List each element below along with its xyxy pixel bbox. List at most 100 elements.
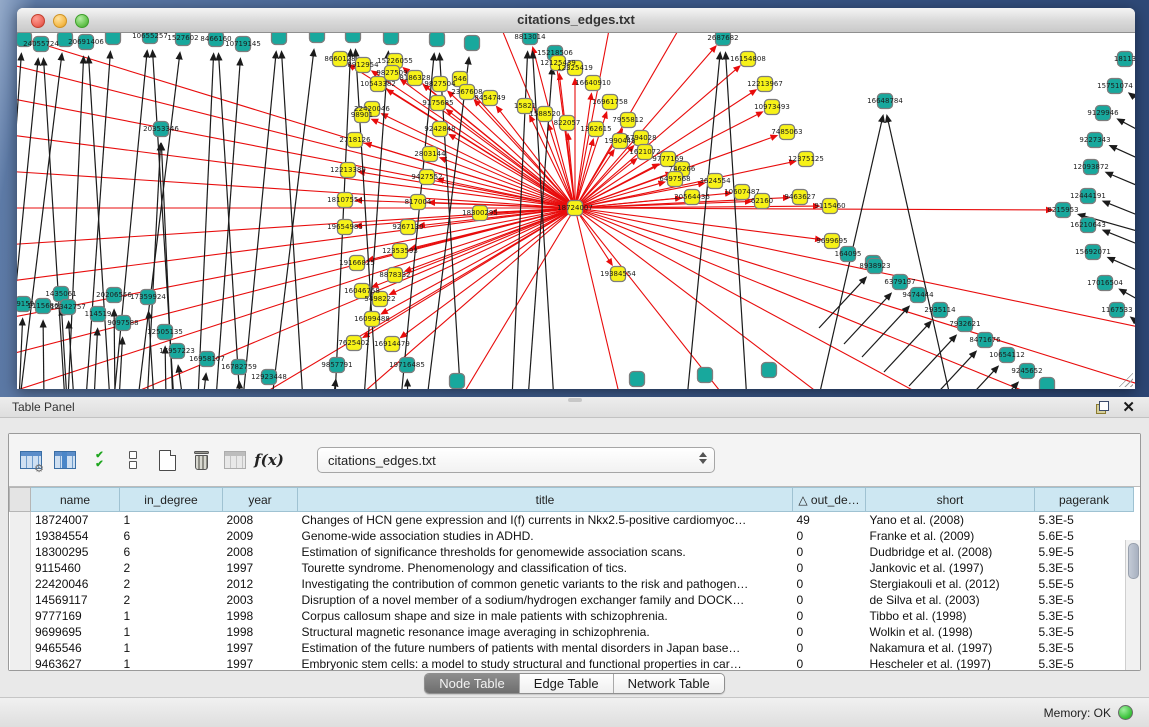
table-cell[interactable]: 14569117 — [31, 592, 120, 608]
table-cell[interactable]: 18724007 — [31, 512, 120, 529]
table-cell[interactable]: Structural magnetic resonance image aver… — [298, 624, 793, 640]
table-cell[interactable]: de Silva et al. (2003) — [866, 592, 1035, 608]
column-header-name[interactable]: name — [31, 488, 120, 512]
table-cell[interactable]: 9777169 — [31, 608, 120, 624]
table-cell[interactable]: 1997 — [223, 656, 298, 670]
table-settings-icon[interactable]: ⚙ — [19, 448, 43, 472]
table-cell[interactable]: 9699695 — [31, 624, 120, 640]
graph-node[interactable] — [430, 33, 445, 47]
table-cell[interactable]: 5.3E-5 — [1035, 656, 1134, 670]
table-cell[interactable]: Genome-wide association studies in ADHD. — [298, 528, 793, 544]
table-cell[interactable]: 49 — [793, 512, 866, 529]
table-cell[interactable]: Jankovic et al. (1997) — [866, 560, 1035, 576]
table-cell[interactable]: 5.9E-5 — [1035, 544, 1134, 560]
table-cell[interactable]: Franke et al. (2009) — [866, 528, 1035, 544]
table-cell[interactable]: 0 — [793, 656, 866, 670]
table-cell[interactable]: Dudbridge et al. (2008) — [866, 544, 1035, 560]
float-panel-icon[interactable] — [1096, 401, 1109, 414]
new-column-icon[interactable] — [155, 448, 179, 472]
graph-node[interactable] — [1040, 378, 1055, 390]
table-row[interactable]: 946554611997Estimation of the future num… — [10, 640, 1134, 656]
table-cell[interactable]: 0 — [793, 576, 866, 592]
table-cell[interactable]: 5.3E-5 — [1035, 640, 1134, 656]
table-cell[interactable]: Disruption of a novel member of a sodium… — [298, 592, 793, 608]
graph-node[interactable] — [346, 33, 361, 43]
table-row[interactable]: 946362711997Embryonic stem cells: a mode… — [10, 656, 1134, 670]
memory-status-indicator[interactable] — [1118, 705, 1133, 720]
graph-node[interactable] — [384, 33, 399, 45]
tab-edge-table[interactable]: Edge Table — [520, 674, 614, 693]
table-row[interactable]: 977716911998Corpus callosum shape and si… — [10, 608, 1134, 624]
table-cell[interactable]: 6 — [120, 544, 223, 560]
graph-node[interactable] — [106, 33, 121, 45]
graph-node[interactable] — [465, 36, 480, 51]
table-cell[interactable]: 1997 — [223, 640, 298, 656]
table-cell[interactable]: 2008 — [223, 512, 298, 529]
table-cell[interactable]: 2 — [120, 592, 223, 608]
table-cell[interactable]: 5.6E-5 — [1035, 528, 1134, 544]
column-header-pagerank[interactable]: pagerank — [1035, 488, 1134, 512]
graph-node[interactable] — [272, 33, 287, 45]
table-cell[interactable]: 0 — [793, 528, 866, 544]
table-cell[interactable]: 0 — [793, 608, 866, 624]
graph-node[interactable] — [450, 374, 465, 389]
table-cell[interactable]: 0 — [793, 560, 866, 576]
table-cell[interactable]: 19384554 — [31, 528, 120, 544]
network-view-window[interactable]: citations_edges.txt 18724007240557242069… — [17, 8, 1135, 389]
table-cell[interactable]: 5.3E-5 — [1035, 592, 1134, 608]
table-row[interactable]: 911546021997Tourette syndrome. Phenomeno… — [10, 560, 1134, 576]
delete-column-icon[interactable] — [189, 448, 213, 472]
column-header-title[interactable]: title — [298, 488, 793, 512]
table-cell[interactable]: Nakamura et al. (1997) — [866, 640, 1035, 656]
table-cell[interactable]: 2 — [120, 576, 223, 592]
column-header-in_degree[interactable]: in_degree — [120, 488, 223, 512]
table-cell[interactable]: 1 — [120, 640, 223, 656]
table-cell[interactable]: 1998 — [223, 624, 298, 640]
graph-node[interactable] — [762, 363, 777, 378]
table-cell[interactable]: Yano et al. (2008) — [866, 512, 1035, 529]
table-cell[interactable]: 5.3E-5 — [1035, 512, 1134, 529]
table-cell[interactable]: 1 — [120, 656, 223, 670]
table-row[interactable]: 1938455462009Genome-wide association stu… — [10, 528, 1134, 544]
table-cell[interactable]: Hescheler et al. (1997) — [866, 656, 1035, 670]
table-cell[interactable]: Wolkin et al. (1998) — [866, 624, 1035, 640]
table-cell[interactable]: 1997 — [223, 560, 298, 576]
table-cell[interactable]: 2012 — [223, 576, 298, 592]
column-header-out_de[interactable]: △ out_de… — [793, 488, 866, 512]
table-cell[interactable]: 9465546 — [31, 640, 120, 656]
panel-divider-grip[interactable] — [568, 398, 582, 402]
table-cell[interactable]: Corpus callosum shape and size in male p… — [298, 608, 793, 624]
table-cell[interactable]: 2008 — [223, 544, 298, 560]
table-cell[interactable]: 1 — [120, 512, 223, 529]
dropdown-spinner-icon[interactable] — [699, 452, 707, 464]
table-cell[interactable]: Changes of HCN gene expression and I(f) … — [298, 512, 793, 529]
close-panel-icon[interactable]: ✕ — [1122, 398, 1135, 416]
graph-node[interactable] — [630, 372, 645, 387]
table-cell[interactable]: Tourette syndrome. Phenomenology and cla… — [298, 560, 793, 576]
table-cell[interactable]: 5.3E-5 — [1035, 560, 1134, 576]
table-cell[interactable]: Investigating the contribution of common… — [298, 576, 793, 592]
table-row[interactable]: 2242004622012Investigating the contribut… — [10, 576, 1134, 592]
tab-node-table[interactable]: Node Table — [425, 674, 520, 693]
table-cell[interactable]: Stergiakouli et al. (2012) — [866, 576, 1035, 592]
table-cell[interactable]: 5.3E-5 — [1035, 608, 1134, 624]
table-cell[interactable]: 9463627 — [31, 656, 120, 670]
table-cell[interactable]: Tibbo et al. (1998) — [866, 608, 1035, 624]
table-cell[interactable]: 0 — [793, 640, 866, 656]
column-header-year[interactable]: year — [223, 488, 298, 512]
table-selector-dropdown[interactable]: citations_edges.txt — [317, 447, 715, 473]
citation-network-graph[interactable]: 1872400724055724206914061065525715276028… — [17, 33, 1135, 389]
table-cell[interactable]: 2003 — [223, 592, 298, 608]
table-row[interactable]: 1830029562008Estimation of significance … — [10, 544, 1134, 560]
table-cell[interactable]: 2009 — [223, 528, 298, 544]
graph-node[interactable] — [698, 368, 713, 383]
column-header-short[interactable]: short — [866, 488, 1035, 512]
row-selection-icon[interactable]: ✔✔ — [87, 448, 111, 472]
network-canvas[interactable]: 1872400724055724206914061065525715276028… — [17, 33, 1135, 389]
graph-node[interactable] — [310, 33, 325, 43]
table-cell[interactable]: 5.3E-5 — [1035, 624, 1134, 640]
table-cell[interactable]: 0 — [793, 592, 866, 608]
table-scrollbar-thumb[interactable] — [1128, 543, 1139, 579]
table-row[interactable]: 1456911722003Disruption of a novel membe… — [10, 592, 1134, 608]
table-cell[interactable]: Estimation of significance thresholds fo… — [298, 544, 793, 560]
